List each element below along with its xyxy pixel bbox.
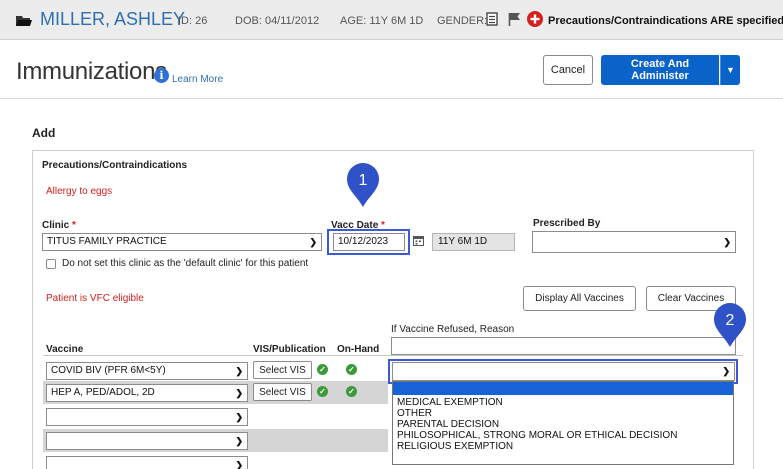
chevron-down-icon: ❯	[235, 436, 243, 446]
chevron-down-icon: ❯	[723, 237, 731, 247]
vaccine-select[interactable]: ❯	[46, 456, 248, 469]
vaccine-column-header: Vaccine	[46, 344, 84, 355]
patient-age: AGE: 11Y 6M 1D	[340, 15, 424, 27]
flag-icon[interactable]	[508, 12, 521, 26]
check-circle-icon: ✓	[346, 386, 357, 397]
vfc-eligible-text: Patient is VFC eligible	[46, 293, 144, 304]
dropdown-option[interactable]: MEDICAL EXEMPTION	[397, 397, 503, 408]
default-clinic-label: Do not set this clinic as the 'default c…	[62, 258, 309, 269]
allergy-text: Allergy to eggs	[46, 186, 113, 197]
create-and-administer-button[interactable]: Create And Administer	[601, 55, 719, 85]
vaccine-select[interactable]: ❯	[46, 408, 248, 426]
calendar-icon[interactable]	[413, 235, 424, 246]
dropdown-option[interactable]: RELIGIOUS EXEMPTION	[397, 441, 513, 452]
table-header-divider	[43, 355, 743, 356]
alert-plus-icon[interactable]	[527, 11, 543, 27]
chevron-down-icon: ❯	[235, 388, 243, 398]
chevron-down-icon: ❯	[235, 412, 243, 422]
vis-column-header: VIS/Publication	[253, 344, 326, 355]
dropdown-option[interactable]: PARENTAL DECISION	[397, 419, 499, 430]
clinic-label: Clinic *	[42, 220, 76, 231]
select-vis-button[interactable]: Select VIS	[253, 361, 312, 379]
info-icon[interactable]: i	[154, 68, 169, 83]
select-vis-button[interactable]: Select VIS	[253, 383, 312, 401]
chevron-down-icon: ❯	[309, 237, 317, 247]
chevron-down-icon: ❯	[235, 366, 243, 376]
vacc-date-highlight	[327, 229, 410, 255]
vaccine-select[interactable]: COVID BIV (PFR 6M<5Y) ❯	[46, 362, 248, 380]
step-marker-2: 2	[714, 303, 746, 347]
dropdown-option[interactable]: OTHER	[397, 408, 432, 419]
precautions-alert-text[interactable]: Precautions/Contraindications ARE specif…	[548, 15, 783, 27]
add-section-title: Add	[32, 126, 56, 140]
clinic-select-value: TITUS FAMILY PRACTICE	[47, 236, 167, 247]
prescribed-by-label: Prescribed By	[533, 218, 601, 229]
dropdown-option-selected[interactable]	[393, 382, 733, 395]
clinic-select[interactable]: TITUS FAMILY PRACTICE ❯	[42, 233, 322, 251]
vaccine-select-value: HEP A, PED/ADOL, 2D	[51, 387, 155, 398]
vaccine-select[interactable]: ❯	[46, 432, 248, 450]
display-all-vaccines-button[interactable]: Display All Vaccines	[523, 286, 636, 311]
on-hand-column-header: On-Hand	[337, 344, 380, 355]
age-at-vaccination: 11Y 6M 1D	[432, 233, 515, 251]
patient-name[interactable]: MILLER, ASHLEY	[40, 9, 185, 30]
patient-dob: DOB: 04/11/2012	[235, 15, 320, 27]
page-title: Immunizations	[16, 58, 167, 85]
cancel-button[interactable]: Cancel	[543, 55, 593, 85]
precautions-label: Precautions/Contraindications	[42, 160, 188, 171]
patient-header: MILLER, ASHLEY ID: 26 DOB: 04/11/2012 AG…	[0, 0, 783, 40]
vaccine-select[interactable]: HEP A, PED/ADOL, 2D ❯	[46, 384, 248, 402]
patient-id: ID: 26	[178, 15, 208, 27]
svg-text:1: 1	[359, 172, 368, 189]
step-marker-1: 1	[347, 163, 379, 207]
page-title-bar: Immunizations i Learn More Cancel Create…	[0, 41, 783, 99]
refused-reason-header-input	[391, 337, 736, 355]
refused-reason-options: MEDICAL EXEMPTION OTHER PARENTAL DECISIO…	[392, 381, 734, 465]
chevron-down-icon: ❯	[235, 460, 243, 469]
learn-more-link[interactable]: Learn More	[172, 74, 223, 85]
create-options-dropdown-button[interactable]: ▼	[720, 55, 740, 85]
check-circle-icon: ✓	[317, 364, 328, 375]
dropdown-option[interactable]: PHILOSOPHICAL, STRONG MORAL OR ETHICAL D…	[397, 430, 677, 441]
svg-text:2: 2	[726, 312, 735, 329]
default-clinic-checkbox[interactable]	[46, 259, 56, 269]
prescribed-by-select[interactable]: ❯	[532, 231, 736, 253]
chevron-down-icon: ▼	[726, 65, 735, 75]
vaccine-select-value: COVID BIV (PFR 6M<5Y)	[51, 365, 166, 376]
refused-reason-label: If Vaccine Refused, Reason	[391, 324, 515, 335]
folder-icon	[16, 16, 32, 26]
notes-icon[interactable]	[486, 12, 498, 26]
check-circle-icon: ✓	[317, 386, 328, 397]
check-circle-icon: ✓	[346, 364, 357, 375]
